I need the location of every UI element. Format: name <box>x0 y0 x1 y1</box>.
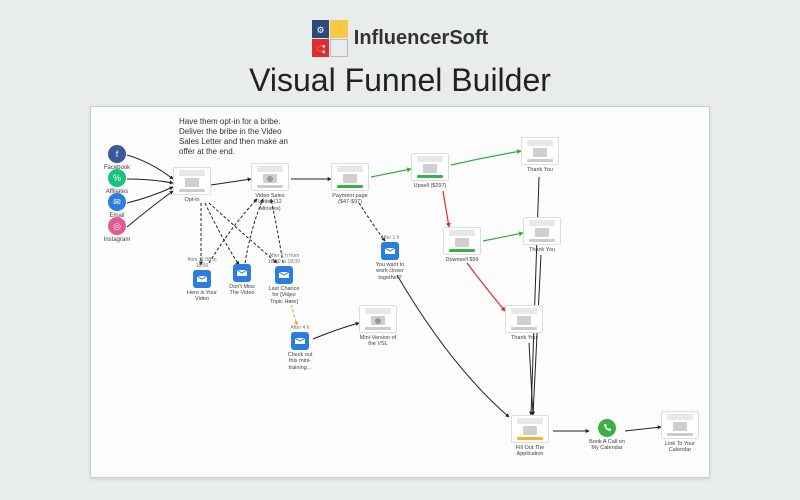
page-label: Mini-Version of the VSL <box>359 335 397 348</box>
funnel-canvas[interactable]: Have them opt-in for a bribe. Deliver th… <box>91 107 709 477</box>
page-label: Payment page ($47-$97) <box>331 193 369 206</box>
instruction-note: Have them opt-in for a bribe. Deliver th… <box>179 117 299 157</box>
envelope-icon <box>193 270 211 288</box>
play-icon <box>267 176 273 182</box>
source-label: Instagram <box>101 237 133 243</box>
email-timing: from 11:08 to 18:00 <box>185 257 219 269</box>
email-label: Check out this mini-training... <box>283 352 317 371</box>
email-dont-miss[interactable]: Don't Miss The Video <box>225 263 259 297</box>
page-label: Upsell ($297) <box>411 183 449 189</box>
email-label: You want to work closer together? <box>373 262 407 281</box>
phone-icon <box>598 419 616 437</box>
phone-label: Book A Call on My Calendar <box>589 439 625 452</box>
source-affiliates[interactable]: % Affiliates <box>101 169 133 195</box>
email-label: Last Chance for [Video Topic Here] <box>267 286 301 305</box>
envelope-icon <box>381 242 399 260</box>
email-timing: After 4 h <box>283 325 317 331</box>
page-thankyou-2[interactable]: Thank You <box>523 217 561 253</box>
page-thankyou-1[interactable]: Thank You <box>521 137 559 173</box>
page-label: Thank You <box>523 247 561 253</box>
page-upsell[interactable]: Upsell ($297) <box>411 153 449 189</box>
email-label: Don't Miss The Video <box>225 284 259 297</box>
email-label: Here is Your Video <box>185 290 219 303</box>
page-thankyou-3[interactable]: Thank You <box>505 305 543 341</box>
instagram-icon: ◎ <box>108 217 126 235</box>
envelope-icon <box>291 332 309 350</box>
page-application[interactable]: FIll Out The Application <box>511 415 549 458</box>
page-calendar-link[interactable]: Link To Your Calendar <box>661 411 699 454</box>
page-label: Downsell $99 <box>443 257 481 263</box>
email-timing: After 2 h from 16:30 to 18:00 <box>267 253 301 265</box>
email-here-is-video[interactable]: from 11:08 to 18:00 Here is Your Video <box>185 257 219 303</box>
page-label: FIll Out The Application <box>511 445 549 458</box>
phone-book-call[interactable]: Book A Call on My Calendar <box>589 419 625 452</box>
brand: InfluencerSoft <box>312 20 488 56</box>
source-facebook[interactable]: f Facebook <box>101 145 133 171</box>
page-label: Thank You <box>505 335 543 341</box>
page-title: Visual Funnel Builder <box>0 62 800 99</box>
source-instagram[interactable]: ◎ Instagram <box>101 217 133 243</box>
email-last-chance[interactable]: After 2 h from 16:30 to 18:00 Last Chanc… <box>267 253 301 305</box>
facebook-icon: f <box>108 145 126 163</box>
page-label: Thank You <box>521 167 559 173</box>
envelope-icon <box>275 266 293 284</box>
envelope-icon <box>233 264 251 282</box>
email-icon: ✉ <box>108 193 126 211</box>
play-icon <box>375 318 381 324</box>
page-label: Link To Your Calendar <box>661 441 699 454</box>
email-checkout-mini[interactable]: After 4 h Check out this mini-training..… <box>283 325 317 371</box>
affiliates-icon: % <box>108 169 126 187</box>
page-payment[interactable]: Payment page ($47-$97) <box>331 163 369 206</box>
page-mini-vsl[interactable]: Mini-Version of the VSL <box>359 305 397 348</box>
brand-logo-icon <box>312 20 348 56</box>
page-vsl[interactable]: Video Sales Letter (12 Minutes) <box>251 163 289 212</box>
canvas-frame: Have them opt-in for a bribe. Deliver th… <box>90 106 710 478</box>
page-label: Opt-in <box>173 197 211 203</box>
source-email[interactable]: ✉ Email <box>101 193 133 219</box>
brand-name: InfluencerSoft <box>354 27 488 50</box>
email-work-closer[interactable]: After 1 h You want to work closer togeth… <box>373 235 407 281</box>
header: InfluencerSoft Visual Funnel Builder <box>0 0 800 99</box>
page-label: Video Sales Letter (12 Minutes) <box>251 193 289 212</box>
email-timing: After 1 h <box>373 235 407 241</box>
page-optin[interactable]: Opt-in <box>173 167 211 203</box>
page-downsell[interactable]: Downsell $99 <box>443 227 481 263</box>
